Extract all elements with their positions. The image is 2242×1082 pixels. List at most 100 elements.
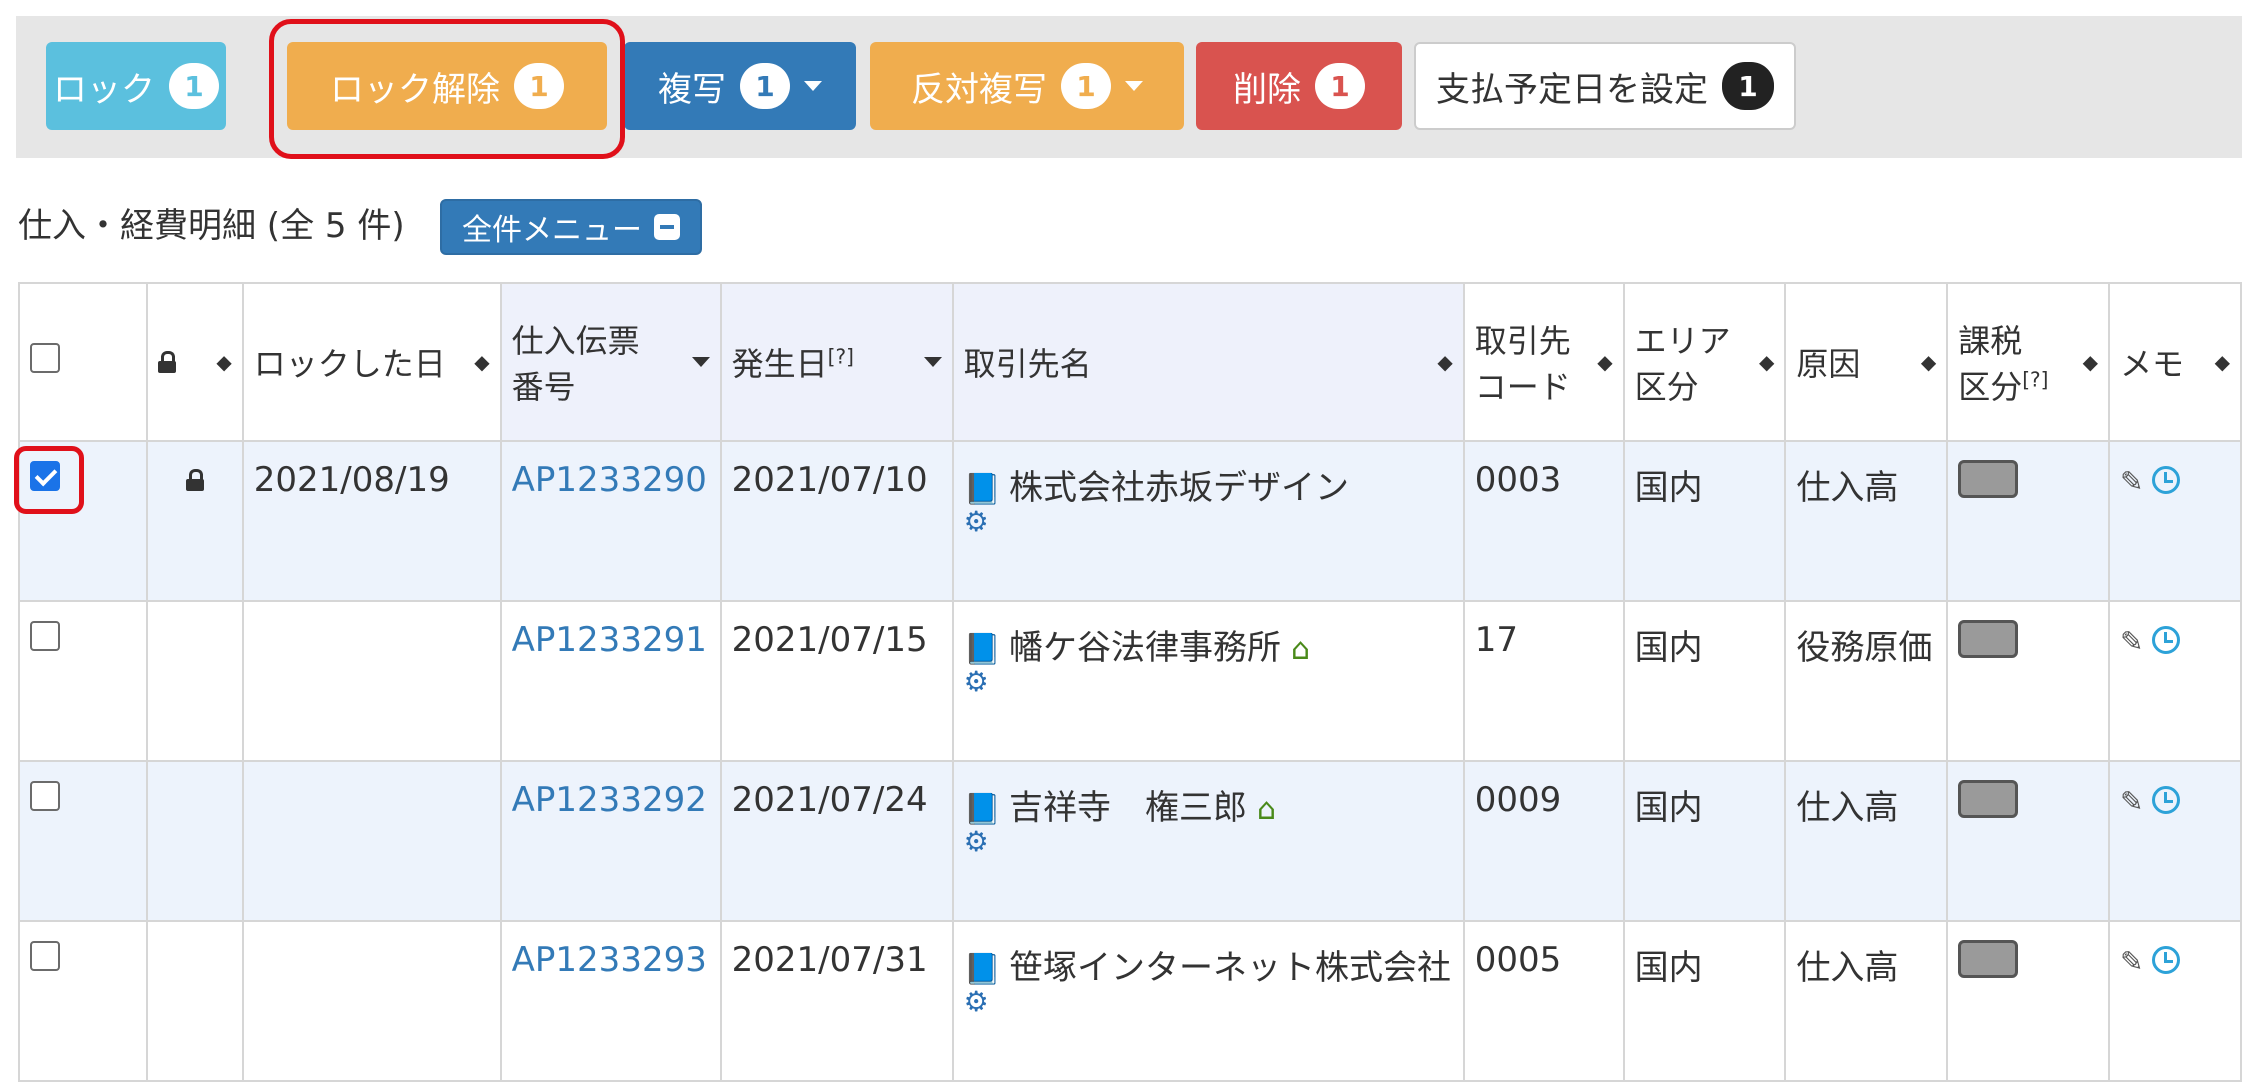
set-payment-date-button-label: 支払予定日を設定 [1436, 69, 1708, 110]
header-tax[interactable]: 課税 区分[?] ◆ [1946, 282, 2111, 442]
row-cause: 仕入高 [1784, 920, 1949, 1082]
row-date: 2021/07/15 [719, 600, 954, 762]
header-date[interactable]: 発生日[?] [719, 282, 954, 442]
lock-count-badge: 1 [169, 63, 219, 109]
collapse-icon [654, 214, 680, 240]
row-date: 2021/07/31 [719, 920, 954, 1082]
expense-table: ◆ ロックした日 ◆ 仕入伝票 番号 発生日[?] 取引先名 ◆ 取引先 コード… [18, 282, 2242, 1082]
tax-category-badge [1958, 460, 2019, 498]
header-cause-label: 原因 [1796, 345, 1861, 383]
header-slip-number[interactable]: 仕入伝票 番号 [499, 282, 722, 442]
sort-icon: ◆ [1437, 350, 1453, 374]
row-select-cell [18, 600, 148, 762]
header-lock[interactable]: ◆ [145, 282, 244, 442]
clock-icon[interactable] [2151, 946, 2180, 974]
header-memo-label: メモ [2120, 345, 2185, 383]
row-memo: ✎ [2108, 920, 2242, 1082]
clock-icon[interactable] [2151, 466, 2180, 494]
book-icon[interactable]: 📘 [964, 792, 1001, 827]
row-lock-cell [145, 600, 244, 762]
select-all-checkbox[interactable] [30, 343, 60, 373]
book-icon[interactable]: 📘 [964, 472, 1001, 507]
row-area: 国内 [1622, 600, 1787, 762]
clock-icon[interactable] [2151, 786, 2180, 814]
delete-button[interactable]: 削除 1 [1196, 42, 1402, 130]
set-payment-date-button[interactable]: 支払予定日を設定 1 [1414, 42, 1796, 130]
gear-icon[interactable]: ⚙ [964, 505, 1453, 538]
header-partner[interactable]: 取引先名 ◆ [951, 282, 1465, 442]
header-slip-number-line1: 仕入伝票 [511, 322, 640, 360]
row-checkbox[interactable] [30, 941, 60, 971]
book-icon[interactable]: 📘 [964, 952, 1001, 987]
sort-icon: ◆ [2214, 350, 2230, 374]
header-lock-date[interactable]: ロックした日 ◆ [241, 282, 502, 442]
row-checkbox[interactable] [30, 621, 60, 651]
gear-icon[interactable]: ⚙ [964, 985, 1453, 1018]
header-area-line2: 区分 [1634, 368, 1699, 406]
lock-icon [157, 351, 176, 373]
row-partner: 📘 株式会社赤坂デザイン ⚙ [951, 440, 1465, 602]
edit-icon[interactable]: ✎ [2120, 945, 2143, 978]
all-items-menu-button[interactable]: 全件メニュー [440, 199, 702, 255]
copy-dropdown-caret-icon [804, 81, 822, 91]
table-row: AP1233291 2021/07/15 📘 幡ケ谷法律事務所 ⌂ ⚙ 17 国内 … [18, 600, 2242, 762]
table-header-row: ◆ ロックした日 ◆ 仕入伝票 番号 発生日[?] 取引先名 ◆ 取引先 コード… [18, 282, 2242, 442]
row-area: 国内 [1622, 760, 1787, 922]
tax-category-badge [1958, 620, 2019, 658]
copy-button[interactable]: 複写 1 [624, 42, 856, 130]
table-row: 2021/08/19 AP1233290 2021/07/10 📘 株式会社赤坂デ… [18, 440, 2242, 602]
sort-icon: ◆ [1759, 350, 1775, 374]
reverse-copy-count-badge: 1 [1061, 63, 1111, 109]
header-select [18, 282, 148, 442]
row-date: 2021/07/24 [719, 760, 954, 922]
header-memo[interactable]: メモ ◆ [2108, 282, 2242, 442]
slip-number-link[interactable]: AP1233293 [512, 940, 707, 980]
sort-desc-icon [923, 357, 942, 367]
reverse-copy-button[interactable]: 反対複写 1 [870, 42, 1184, 130]
row-memo: ✎ [2108, 440, 2242, 602]
header-date-label: 発生日 [731, 345, 828, 383]
unlock-button-highlight [269, 19, 625, 159]
row-select-cell [18, 760, 148, 922]
edit-icon[interactable]: ✎ [2120, 465, 2143, 498]
row-select-cell [18, 920, 148, 1082]
gear-icon[interactable]: ⚙ [964, 665, 1453, 698]
delete-count-badge: 1 [1315, 63, 1365, 109]
tax-category-badge [1958, 780, 2019, 818]
row-lock-cell [145, 760, 244, 922]
header-partner-label: 取引先名 [963, 345, 1092, 383]
set-payment-date-count-badge: 1 [1722, 62, 1774, 110]
header-area[interactable]: エリア 区分 ◆ [1622, 282, 1787, 442]
book-icon[interactable]: 📘 [964, 632, 1001, 667]
row-tax [1946, 600, 2111, 762]
row-partner: 📘 吉祥寺 権三郎 ⌂ ⚙ [951, 760, 1465, 922]
row-tax [1946, 760, 2111, 922]
sort-icon: ◆ [474, 350, 490, 374]
clock-icon[interactable] [2151, 626, 2180, 654]
partner-name: 株式会社赤坂デザイン [1008, 468, 1349, 508]
edit-icon[interactable]: ✎ [2120, 785, 2143, 818]
sort-icon: ◆ [2082, 350, 2099, 374]
header-partner-code-line1: 取引先 [1474, 322, 1571, 360]
row-tax [1946, 440, 2111, 602]
slip-number-link[interactable]: AP1233291 [512, 620, 707, 660]
row-area: 国内 [1622, 440, 1787, 602]
row-checkbox[interactable] [30, 781, 60, 811]
header-cause[interactable]: 原因 ◆ [1784, 282, 1949, 442]
all-items-menu-label: 全件メニュー [462, 213, 642, 248]
slip-number-link[interactable]: AP1233290 [512, 460, 707, 500]
header-partner-code[interactable]: 取引先 コード ◆ [1462, 282, 1625, 442]
gear-icon[interactable]: ⚙ [964, 825, 1453, 858]
lock-button[interactable]: ロック 1 [46, 42, 226, 130]
date-help-link[interactable]: [?] [828, 344, 854, 368]
edit-icon[interactable]: ✎ [2120, 625, 2143, 658]
row-partner: 📘 笹塚インターネット株式会社 ⚙ [951, 920, 1465, 1082]
reverse-copy-button-label: 反対複写 [911, 69, 1047, 110]
slip-number-link[interactable]: AP1233292 [512, 780, 707, 820]
row-lock-date [241, 600, 502, 762]
row-lock-date [241, 920, 502, 1082]
row-partner-code: 0009 [1462, 760, 1625, 922]
tax-help-link[interactable]: [?] [2022, 367, 2048, 391]
lock-button-label: ロック [53, 69, 155, 110]
copy-count-badge: 1 [740, 63, 790, 109]
